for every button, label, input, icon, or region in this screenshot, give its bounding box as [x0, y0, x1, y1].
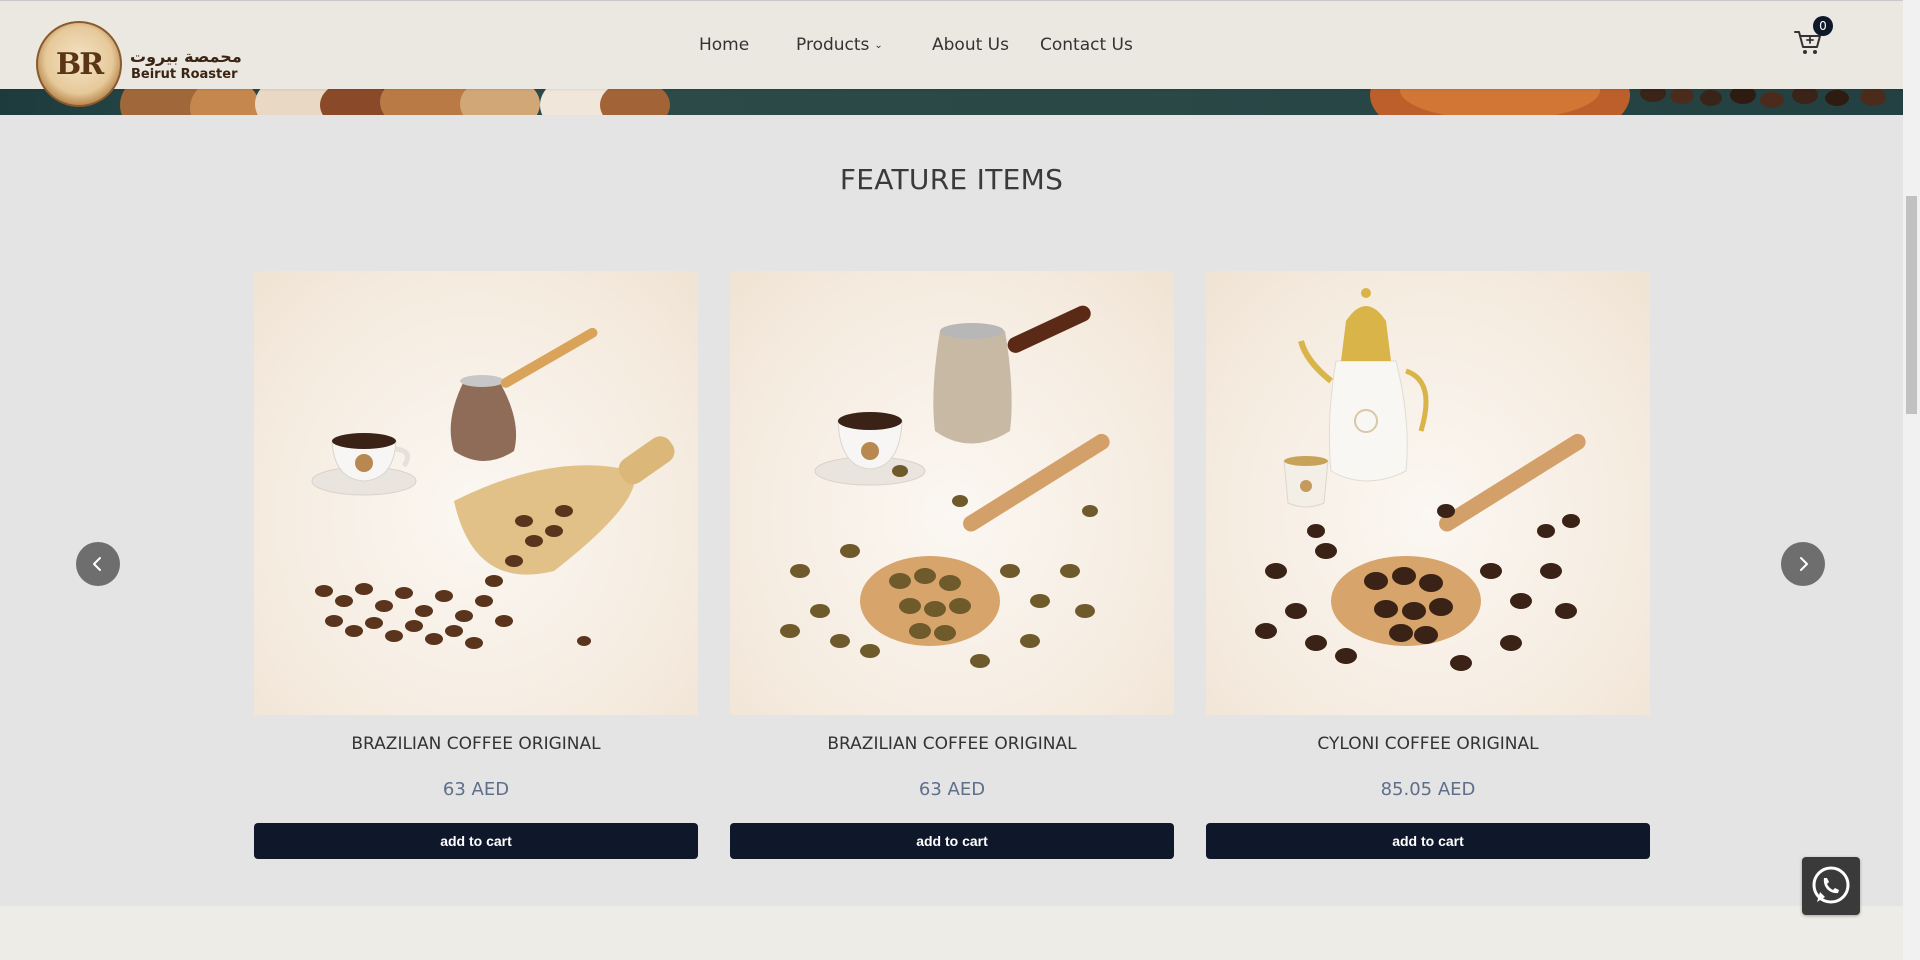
product-image[interactable] — [1206, 271, 1650, 715]
carousel-next-button[interactable] — [1781, 542, 1825, 586]
product-card: BRAZILIAN COFFEE ORIGINAL 63 AED add to … — [254, 271, 698, 859]
nav-about-us[interactable]: About Us — [932, 35, 1009, 55]
product-image[interactable] — [730, 271, 1174, 715]
brand-logo[interactable]: BR محمصة بيروت Beirut Roaster — [36, 21, 242, 111]
nav-contact-us[interactable]: Contact Us — [1040, 35, 1133, 55]
logo-english-text: Beirut Roaster — [131, 67, 238, 82]
section-title: FEATURE ITEMS — [839, 163, 1064, 196]
carousel-prev-button[interactable] — [76, 542, 120, 586]
nav-products-label: Products — [796, 35, 870, 55]
page-scrollbar[interactable] — [1903, 0, 1920, 960]
whatsapp-chat-button[interactable] — [1802, 857, 1860, 915]
chevron-right-icon — [1800, 557, 1808, 571]
page: BR محمصة بيروت Beirut Roaster Home Produ… — [0, 0, 1903, 960]
nav-products[interactable]: Products ⌄ — [796, 35, 883, 55]
product-name[interactable]: BRAZILIAN COFFEE ORIGINAL — [254, 734, 698, 754]
chevron-left-icon — [93, 557, 101, 571]
logo-monogram: BR — [55, 46, 104, 82]
cart-count-badge: 0 — [1813, 16, 1833, 36]
chevron-down-icon: ⌄ — [874, 40, 883, 51]
nav-home[interactable]: Home — [699, 35, 749, 55]
product-card: CYLONI COFFEE ORIGINAL 85.05 AED add to … — [1206, 271, 1650, 859]
next-section — [0, 906, 1903, 960]
scrollbar-thumb[interactable] — [1906, 196, 1917, 414]
add-to-cart-button[interactable]: add to cart — [254, 823, 698, 859]
logo-badge: BR — [36, 21, 122, 107]
product-card: BRAZILIAN COFFEE ORIGINAL 63 AED add to … — [730, 271, 1174, 859]
product-price: 85.05 AED — [1380, 779, 1476, 800]
product-price: 63 AED — [918, 779, 986, 800]
whatsapp-icon — [1812, 866, 1850, 904]
logo-arabic-text: محمصة بيروت — [130, 47, 242, 66]
product-name[interactable]: BRAZILIAN COFFEE ORIGINAL — [730, 734, 1174, 754]
product-name[interactable]: CYLONI COFFEE ORIGINAL — [1206, 734, 1650, 754]
add-to-cart-button[interactable]: add to cart — [730, 823, 1174, 859]
add-to-cart-button[interactable]: add to cart — [1206, 823, 1650, 859]
product-price: 63 AED — [442, 779, 510, 800]
site-header: BR محمصة بيروت Beirut Roaster Home Produ… — [0, 0, 1903, 107]
product-image[interactable] — [254, 271, 698, 715]
